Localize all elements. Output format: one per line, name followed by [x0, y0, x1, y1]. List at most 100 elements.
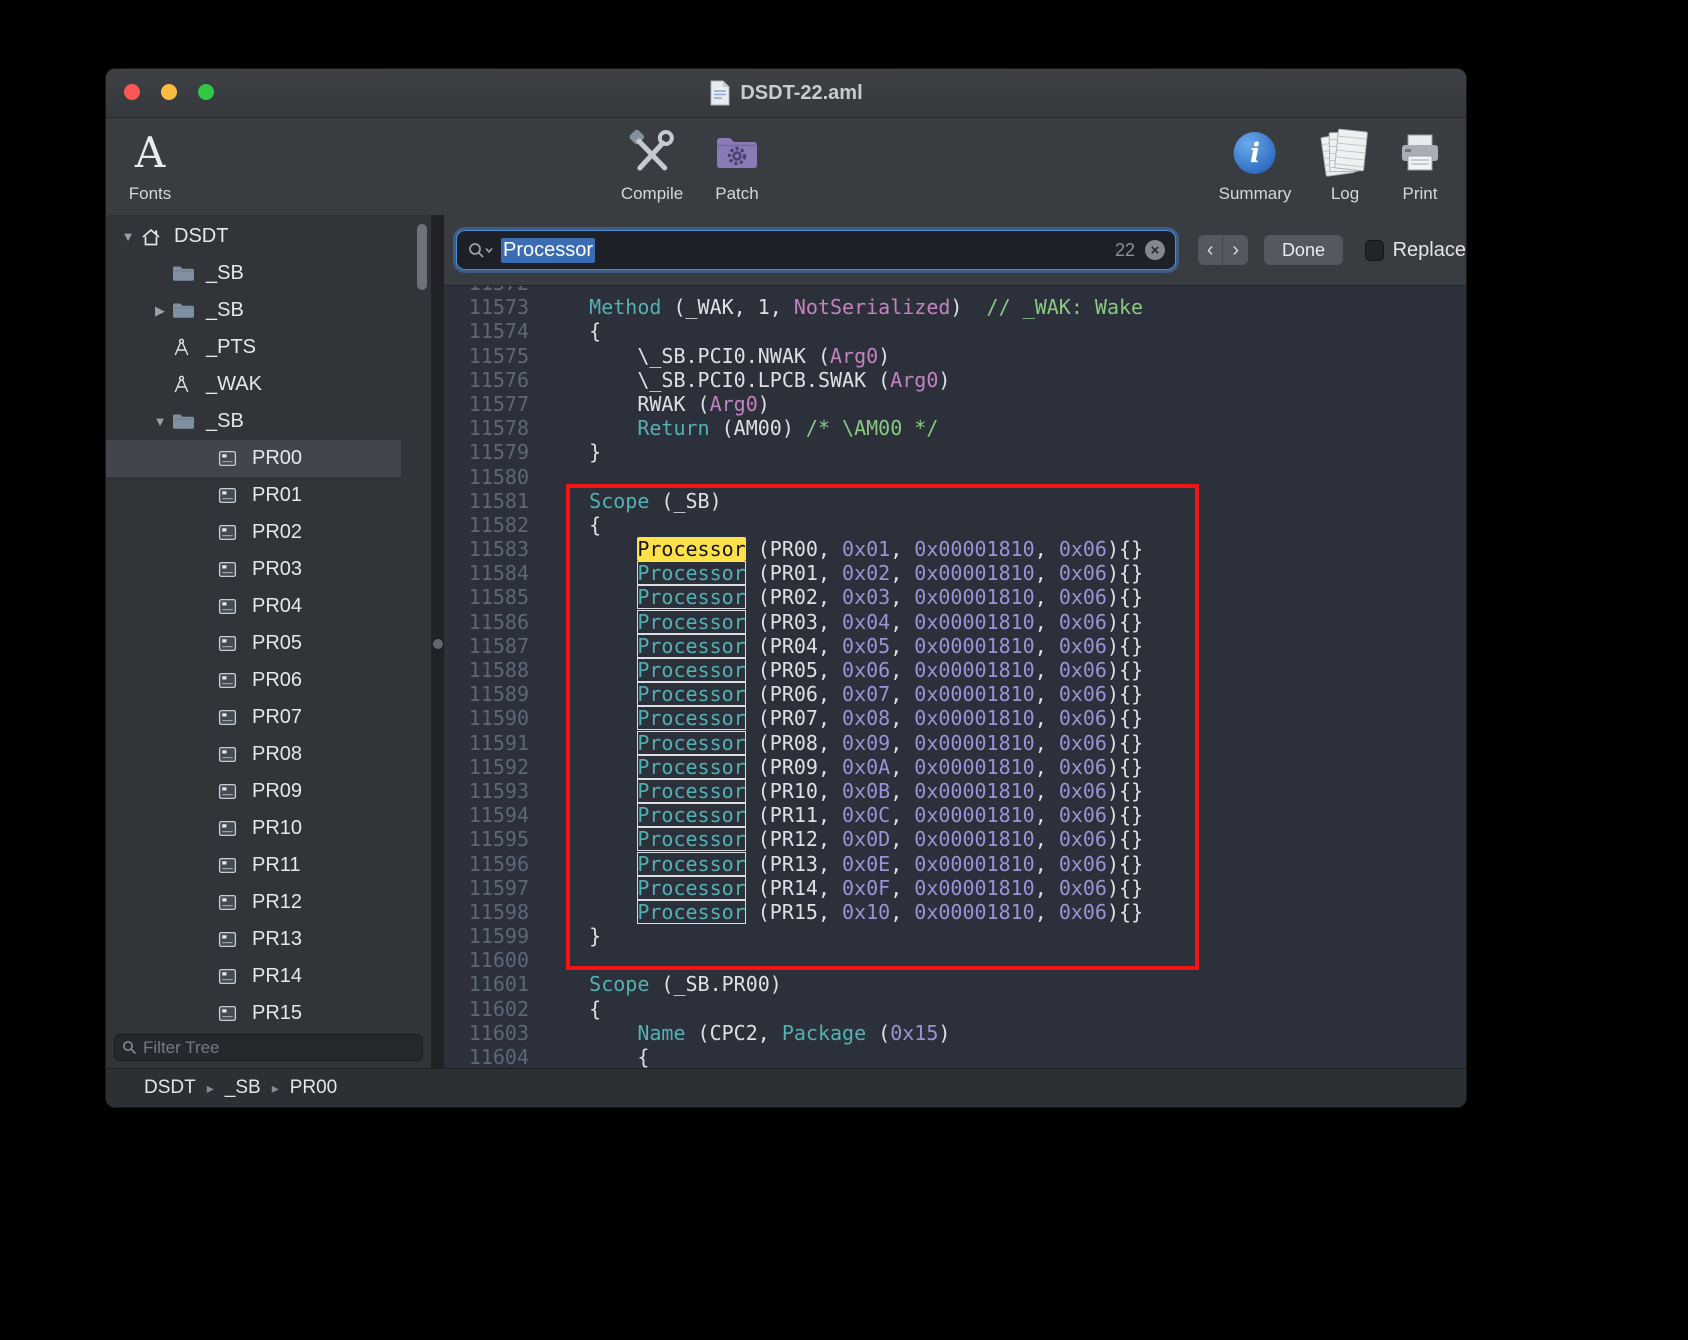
tree-item-label: PR06: [252, 669, 302, 692]
code-line-content: \_SB.PCI0.LPCB.SWAK (Arg0): [529, 368, 950, 392]
find-match-box: Processor: [637, 634, 745, 658]
tree-item-pr14[interactable]: PR14: [106, 958, 401, 995]
processor-icon: [218, 449, 248, 468]
code-line-content: Processor (PR06, 0x07, 0x00001810, 0x06)…: [529, 682, 1143, 706]
tree-item-dsdt[interactable]: ▼ DSDT: [106, 218, 401, 255]
find-match-box: Processor: [637, 731, 745, 755]
line-number: 11581: [444, 489, 529, 513]
main-split: ▼ DSDT _SB ▶ _SB _PTS _WAK ▼ _SB PR00PR01PR02PR03…: [106, 215, 1466, 1069]
tree-item-pr11[interactable]: PR11: [106, 847, 401, 884]
close-window-button[interactable]: [124, 84, 140, 100]
find-match-box: Processor: [637, 779, 745, 803]
clear-search-icon[interactable]: ×: [1145, 240, 1165, 260]
processor-icon: [218, 856, 248, 875]
line-number: 11586: [444, 610, 529, 634]
document-icon: [709, 80, 731, 106]
disclosure-down-icon[interactable]: ▼: [116, 229, 140, 244]
tree-item-pr13[interactable]: PR13: [106, 921, 401, 958]
tree-item-label: PR04: [252, 595, 302, 618]
code-line-content: Processor (PR15, 0x10, 0x00001810, 0x06)…: [529, 900, 1143, 924]
code-line: 11602 {: [444, 997, 1466, 1021]
toolbar-item-label: Summary: [1219, 184, 1292, 204]
line-number: 11574: [444, 319, 529, 343]
tree-item-_sb[interactable]: ▼ _SB: [106, 403, 401, 440]
method-icon: [172, 375, 202, 394]
tree-item-pr06[interactable]: PR06: [106, 662, 401, 699]
disclosure-down-icon[interactable]: ▼: [148, 414, 172, 429]
code-line: 11586 Processor (PR03, 0x04, 0x00001810,…: [444, 610, 1466, 634]
tree-item-pr02[interactable]: PR02: [106, 514, 401, 551]
tree-item-_pts[interactable]: _PTS: [106, 329, 401, 366]
find-match-box: Processor: [637, 827, 745, 851]
tree-item-pr05[interactable]: PR05: [106, 625, 401, 662]
code-line-content: [529, 948, 541, 972]
tree-item-pr00[interactable]: PR00: [106, 440, 401, 477]
toolbar-item-label: Print: [1403, 184, 1438, 204]
tree-item-pr09[interactable]: PR09: [106, 773, 401, 810]
processor-icon: [218, 486, 248, 505]
find-match-box: Processor: [637, 876, 745, 900]
tree-item-pr04[interactable]: PR04: [106, 588, 401, 625]
tree-item-label: _SB: [206, 410, 244, 433]
split-divider[interactable]: [431, 215, 444, 1069]
window-title: DSDT-22.aml: [740, 82, 862, 105]
code-line: 11593 Processor (PR10, 0x0B, 0x00001810,…: [444, 779, 1466, 803]
disclosure-right-icon[interactable]: ▶: [148, 303, 172, 319]
tree-item-_sb[interactable]: _SB: [106, 255, 401, 292]
tree-item-label: _PTS: [206, 336, 256, 359]
minimize-window-button[interactable]: [161, 84, 177, 100]
find-input[interactable]: Processor 22 ×: [456, 230, 1176, 270]
fonts-button[interactable]: A Fonts: [129, 124, 172, 204]
tree-item-label: _WAK: [206, 373, 262, 396]
tree-item-pr15[interactable]: PR15: [106, 995, 401, 1026]
code-line-content: \_SB.PCI0.NWAK (Arg0): [529, 344, 890, 368]
tree-item-pr08[interactable]: PR08: [106, 736, 401, 773]
done-button[interactable]: Done: [1264, 235, 1343, 265]
tree-item-label: _SB: [206, 299, 244, 322]
zoom-window-button[interactable]: [198, 84, 214, 100]
print-button[interactable]: Print: [1396, 124, 1444, 204]
split-handle[interactable]: [433, 639, 443, 649]
log-button[interactable]: Log: [1323, 124, 1367, 204]
match-count: 22: [1115, 240, 1135, 261]
code-line-content: {: [529, 997, 601, 1021]
tree-item-label: PR13: [252, 928, 302, 951]
find-next-button[interactable]: ›: [1223, 235, 1247, 265]
breadcrumb-item[interactable]: PR00: [290, 1077, 338, 1099]
code-line: 11585 Processor (PR02, 0x03, 0x00001810,…: [444, 585, 1466, 609]
tree-item-pr03[interactable]: PR03: [106, 551, 401, 588]
code-line: 11597 Processor (PR14, 0x0F, 0x00001810,…: [444, 876, 1466, 900]
tree-item-_sb[interactable]: ▶ _SB: [106, 292, 401, 329]
code-editor[interactable]: 1157211573 Method (_WAK, 1, NotSerialize…: [444, 286, 1466, 1069]
code-line: 11603 Name (CPC2, Package (0x15): [444, 1021, 1466, 1045]
tree-item-pr07[interactable]: PR07: [106, 699, 401, 736]
replace-checkbox[interactable]: [1365, 240, 1384, 261]
code-line-content: Processor (PR05, 0x06, 0x00001810, 0x06)…: [529, 658, 1143, 682]
sidebar-scrollbar-thumb[interactable]: [417, 224, 427, 290]
line-number: 11592: [444, 755, 529, 779]
tree-item-pr01[interactable]: PR01: [106, 477, 401, 514]
tree-item-label: DSDT: [174, 225, 228, 248]
patch-button[interactable]: Patch: [713, 124, 761, 204]
code-line: 11577 RWAK (Arg0): [444, 392, 1466, 416]
compile-button[interactable]: Compile: [621, 124, 683, 204]
sidebar-tree: ▼ DSDT _SB ▶ _SB _PTS _WAK ▼ _SB PR00PR01PR02PR03…: [106, 215, 431, 1026]
house-icon: [140, 227, 170, 247]
filter-tree-input[interactable]: [114, 1034, 423, 1061]
tree-item-_wak[interactable]: _WAK: [106, 366, 401, 403]
tree-item-pr10[interactable]: PR10: [106, 810, 401, 847]
breadcrumb-item[interactable]: DSDT: [144, 1077, 196, 1099]
line-number: 11594: [444, 803, 529, 827]
code-line-content: Scope (_SB.PR00): [529, 972, 782, 996]
summary-button[interactable]: i Summary: [1219, 124, 1292, 204]
tree-item-pr12[interactable]: PR12: [106, 884, 401, 921]
code-line: 11599 }: [444, 924, 1466, 948]
line-number: 11572: [444, 286, 529, 295]
line-number: 11597: [444, 876, 529, 900]
search-menu-icon[interactable]: [467, 241, 495, 259]
breadcrumb-item[interactable]: _SB: [225, 1077, 261, 1099]
search-icon: [122, 1040, 137, 1060]
code-line-content: Processor (PR13, 0x0E, 0x00001810, 0x06)…: [529, 852, 1143, 876]
desktop-background: DSDT-22.aml A Fonts: [0, 0, 1688, 1340]
find-previous-button[interactable]: ‹: [1198, 235, 1222, 265]
